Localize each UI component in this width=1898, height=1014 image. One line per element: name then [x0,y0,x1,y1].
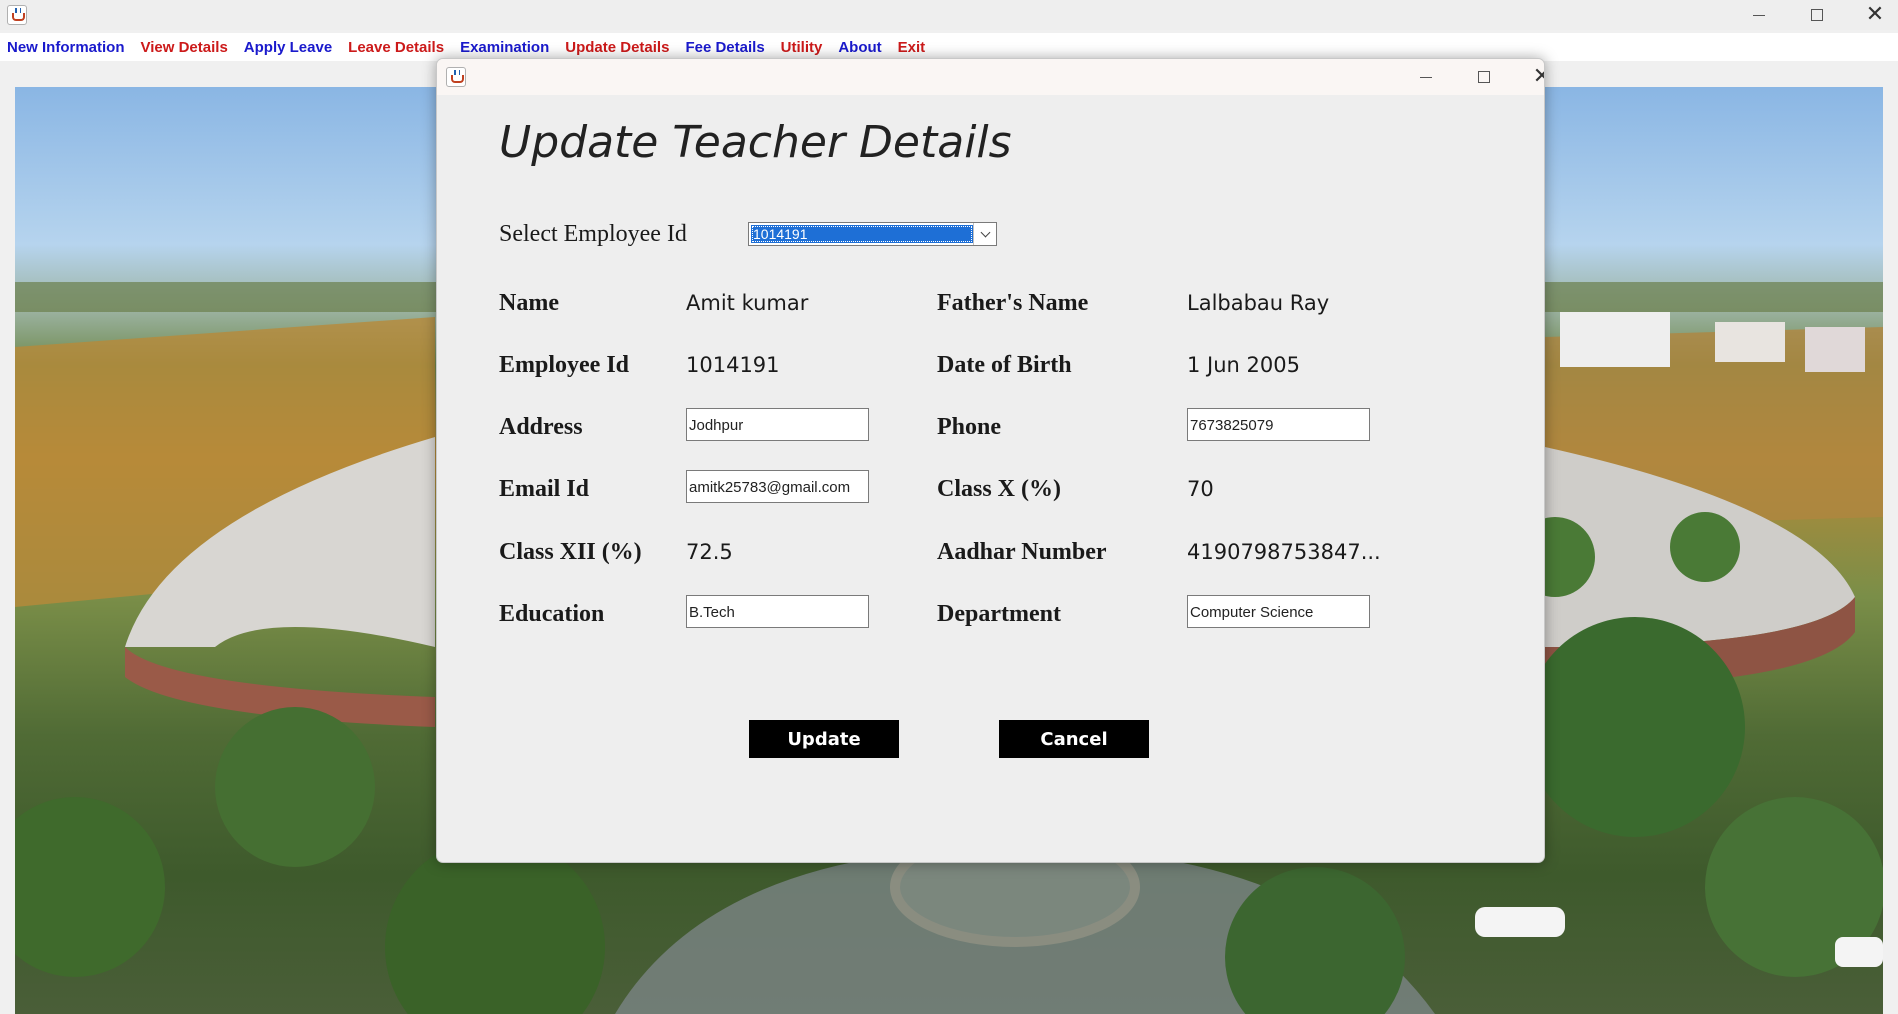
dob-value: 1 Jun 2005 [1187,353,1300,377]
minimize-icon[interactable] [1730,0,1788,30]
menu-bar: New Information View Details Apply Leave… [0,33,1898,61]
address-field[interactable] [686,408,869,441]
update-teacher-dialog: ✕ Update Teacher Details Select Employee… [436,58,1545,863]
class-xii-label: Class XII (%) [499,539,642,565]
employee-id-select[interactable]: 1014191 [748,222,997,246]
education-label: Education [499,601,605,627]
java-app-icon [7,5,27,25]
menu-update-details[interactable]: Update Details [557,39,677,56]
menu-exit[interactable]: Exit [890,39,934,56]
name-label: Name [499,290,559,316]
phone-label: Phone [937,414,1002,440]
menu-examination[interactable]: Examination [452,39,557,56]
aadhar-label: Aadhar Number [937,539,1107,565]
dob-label: Date of Birth [937,352,1072,378]
class-xii-value: 72.5 [686,540,733,564]
minimize-icon[interactable] [1397,59,1455,95]
menu-about[interactable]: About [830,39,889,56]
employee-id-selected-value: 1014191 [751,225,973,243]
menu-apply-leave[interactable]: Apply Leave [236,39,340,56]
dialog-title-bar: ✕ [437,59,1544,95]
menu-utility[interactable]: Utility [773,39,831,56]
class-x-value: 70 [1187,477,1214,501]
close-icon[interactable]: ✕ [1513,59,1544,95]
java-app-icon [446,67,466,87]
phone-field[interactable] [1187,408,1370,441]
address-label: Address [499,414,583,440]
menu-view-details[interactable]: View Details [133,39,236,56]
menu-fee-details[interactable]: Fee Details [677,39,772,56]
email-label: Email Id [499,476,590,502]
close-icon[interactable]: ✕ [1846,0,1898,30]
main-title-bar: ✕ [0,0,1898,30]
class-x-label: Class X (%) [937,476,1061,502]
name-value: Amit kumar [686,291,809,315]
education-field[interactable] [686,595,869,628]
employee-id-label: Employee Id [499,352,630,378]
maximize-icon[interactable] [1455,59,1513,95]
aadhar-value: 4190798753847... [1187,540,1381,564]
menu-new-information[interactable]: New Information [0,39,133,56]
father-name-label: Father's Name [937,290,1089,316]
maximize-icon[interactable] [1788,0,1846,30]
email-field[interactable] [686,470,869,503]
employee-id-value: 1014191 [686,353,780,377]
chevron-down-icon[interactable] [973,223,996,245]
department-label: Department [937,601,1061,627]
father-name-value: Lalbabau Ray [1187,291,1330,315]
menu-leave-details[interactable]: Leave Details [340,39,452,56]
select-employee-label: Select Employee Id [499,221,687,247]
cancel-button[interactable]: Cancel [999,720,1149,758]
update-button[interactable]: Update [749,720,899,758]
dialog-title: Update Teacher Details [499,117,1012,168]
department-field[interactable] [1187,595,1370,628]
